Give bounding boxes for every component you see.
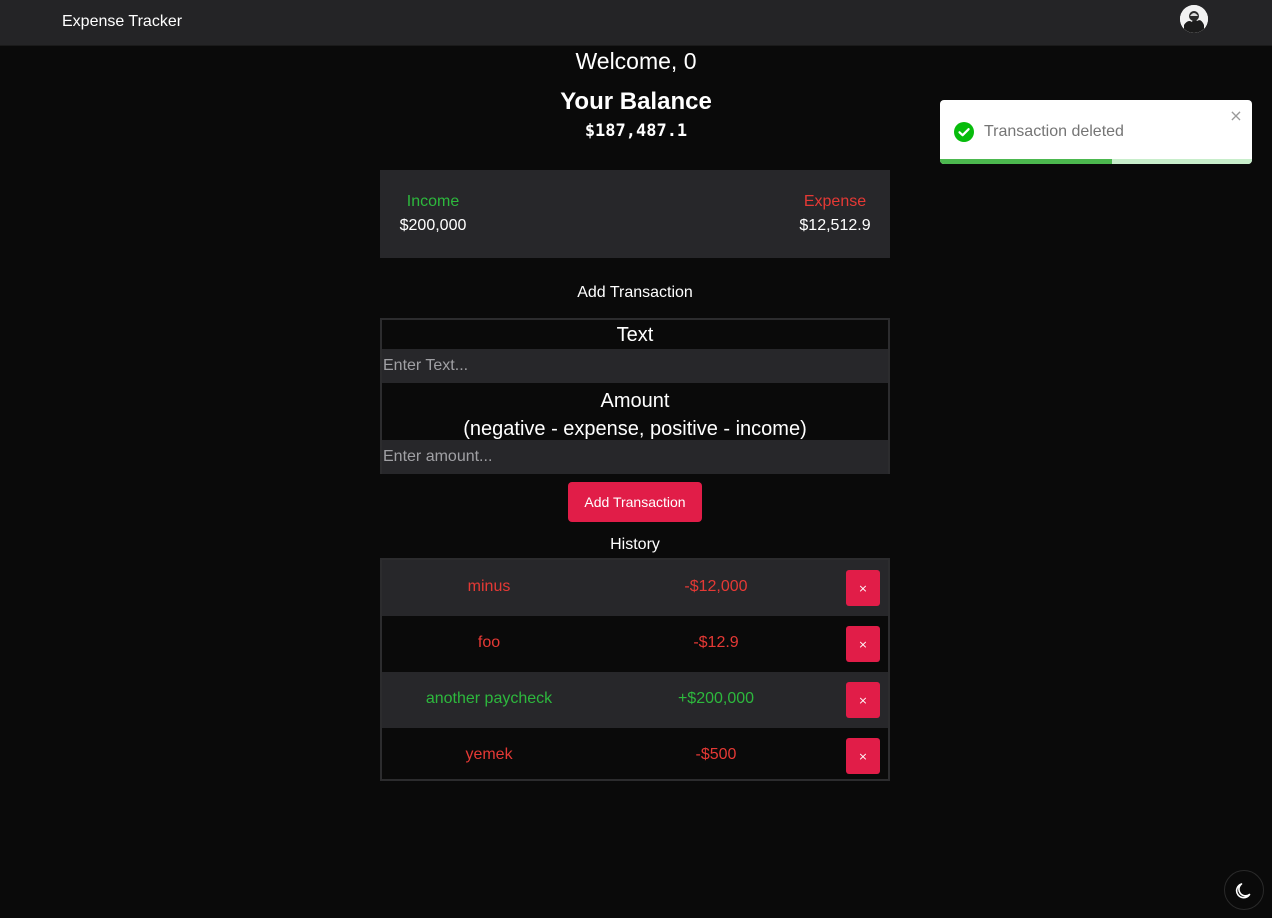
toast-progress-track: [940, 159, 1252, 164]
transaction-row: foo -$12.9 ×: [382, 616, 888, 672]
income-label: Income: [406, 193, 460, 210]
transaction-text: yemek: [465, 746, 513, 763]
transaction-text: minus: [467, 578, 511, 595]
brand-title[interactable]: Expense Tracker: [62, 13, 182, 31]
add-transaction-heading: Add Transaction: [577, 284, 693, 301]
transaction-amount: +$200,000: [677, 690, 755, 707]
close-icon[interactable]: ×: [1228, 106, 1244, 125]
delete-transaction-button[interactable]: ×: [846, 570, 880, 606]
moon-icon: [1235, 883, 1251, 899]
income-value: $200,000: [399, 217, 467, 234]
income-expense-summary: Income $200,000 Expense $12,512.9: [380, 170, 890, 258]
transaction-text: another paycheck: [425, 690, 553, 707]
text-field-label: Text: [616, 324, 654, 346]
transaction-amount: -$12,000: [684, 578, 748, 595]
add-transaction-form: Text Amount (negative - expense, positiv…: [380, 318, 890, 474]
expense-value: $12,512.9: [799, 217, 871, 234]
amount-hint: (negative - expense, positive - income): [463, 418, 807, 440]
amount-field-label: Amount (negative - expense, positive - i…: [382, 387, 888, 443]
toast-notification[interactable]: Transaction deleted ×: [940, 100, 1252, 164]
toast-message: Transaction deleted: [984, 123, 1124, 140]
history-list: minus -$12,000 × foo -$12.9 × another pa…: [380, 558, 890, 781]
delete-transaction-button[interactable]: ×: [846, 738, 880, 774]
welcome-text: Welcome, 0: [575, 48, 697, 74]
amount-label: Amount: [600, 390, 670, 412]
transaction-amount: -$12.9: [693, 634, 739, 651]
user-avatar-icon[interactable]: [1180, 5, 1208, 33]
add-transaction-button[interactable]: Add Transaction: [568, 482, 702, 522]
expense-label: Expense: [803, 193, 867, 210]
text-input[interactable]: [382, 349, 888, 383]
amount-input[interactable]: [382, 440, 888, 474]
navbar: Expense Tracker: [0, 0, 1272, 46]
transaction-text: foo: [477, 634, 501, 651]
delete-transaction-button[interactable]: ×: [846, 626, 880, 662]
theme-toggle-button[interactable]: [1224, 870, 1264, 910]
transaction-amount: -$500: [695, 746, 737, 763]
transaction-row: yemek -$500 ×: [382, 728, 888, 784]
toast-progress-bar: [940, 159, 1112, 164]
delete-transaction-button[interactable]: ×: [846, 682, 880, 718]
history-heading: History: [610, 536, 660, 553]
check-circle-icon: [954, 122, 974, 142]
transaction-row: minus -$12,000 ×: [382, 560, 888, 616]
transaction-row: another paycheck +$200,000 ×: [382, 672, 888, 728]
